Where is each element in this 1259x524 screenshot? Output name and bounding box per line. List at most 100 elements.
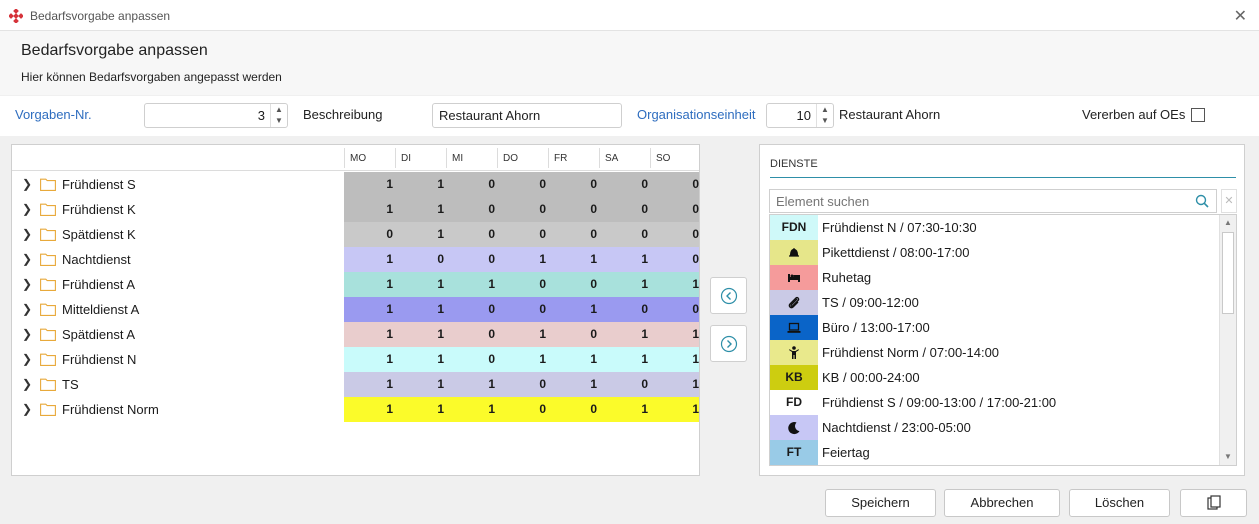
dienst-item[interactable]: TS / 09:00-12:00 — [770, 290, 1220, 315]
vorgaben-stepper-arrows[interactable]: ▲ ▼ — [270, 104, 287, 127]
day-value-mi[interactable]: 1 — [446, 277, 497, 291]
day-value-sa[interactable]: 1 — [599, 327, 650, 341]
day-value-so[interactable]: 1 — [650, 327, 701, 341]
dienste-search-input[interactable] — [769, 189, 1217, 213]
day-value-so[interactable]: 0 — [650, 202, 701, 216]
day-value-so[interactable]: 0 — [650, 227, 701, 241]
expand-chevron-icon[interactable]: ❯ — [22, 177, 32, 191]
oe-label[interactable]: Organisationseinheit — [637, 107, 756, 122]
day-value-di[interactable]: 1 — [395, 227, 446, 241]
move-right-button[interactable] — [710, 325, 747, 362]
day-value-mi[interactable]: 1 — [446, 377, 497, 391]
day-value-so[interactable]: 0 — [650, 302, 701, 316]
day-value-sa[interactable]: 1 — [599, 252, 650, 266]
day-value-di[interactable]: 1 — [395, 352, 446, 366]
day-value-di[interactable]: 1 — [395, 377, 446, 391]
dienst-item[interactable]: Nachtdienst / 23:00-05:00 — [770, 415, 1220, 440]
day-value-mi[interactable]: 0 — [446, 327, 497, 341]
day-value-mi[interactable]: 1 — [446, 402, 497, 416]
day-value-do[interactable]: 1 — [497, 327, 548, 341]
vorgaben-stepper[interactable]: 3 ▲ ▼ — [144, 103, 288, 128]
day-value-sa[interactable]: 0 — [599, 177, 650, 191]
stepper-down-icon[interactable]: ▼ — [271, 115, 287, 126]
day-value-mo[interactable]: 1 — [344, 402, 395, 416]
dienst-item[interactable]: FD Frühdienst S / 09:00-13:00 / 17:00-21:… — [770, 390, 1220, 415]
day-value-do[interactable]: 1 — [497, 352, 548, 366]
day-value-fr[interactable]: 0 — [548, 327, 599, 341]
day-value-fr[interactable]: 0 — [548, 202, 599, 216]
day-value-mi[interactable]: 0 — [446, 252, 497, 266]
day-value-di[interactable]: 1 — [395, 202, 446, 216]
day-value-fr[interactable]: 0 — [548, 402, 599, 416]
scroll-thumb[interactable] — [1222, 232, 1234, 314]
vorgaben-label[interactable]: Vorgaben-Nr. — [15, 107, 92, 122]
dienst-item[interactable]: FT Feiertag — [770, 440, 1220, 465]
beschreibung-input[interactable] — [432, 103, 622, 128]
grid-row[interactable]: ❯ TS 1 1 1 0 1 0 1 — [12, 372, 699, 397]
day-value-sa[interactable]: 0 — [599, 302, 650, 316]
dienst-item[interactable]: Pikettdienst / 08:00-17:00 — [770, 240, 1220, 265]
day-value-mo[interactable]: 1 — [344, 377, 395, 391]
day-value-so[interactable]: 1 — [650, 377, 701, 391]
scroll-up-icon[interactable]: ▲ — [1220, 215, 1236, 231]
day-value-mo[interactable]: 1 — [344, 177, 395, 191]
grid-row[interactable]: ❯ Mitteldienst A1100100 — [12, 297, 699, 322]
day-value-mi[interactable]: 0 — [446, 352, 497, 366]
day-value-di[interactable]: 1 — [395, 277, 446, 291]
day-value-mo[interactable]: 1 — [344, 252, 395, 266]
day-value-mo[interactable]: 0 — [344, 227, 395, 241]
move-left-button[interactable] — [710, 277, 747, 314]
day-value-do[interactable]: 0 — [497, 377, 548, 391]
day-value-fr[interactable]: 0 — [548, 177, 599, 191]
copy-button[interactable] — [1180, 489, 1247, 517]
cancel-button[interactable]: Abbrechen — [944, 489, 1060, 517]
grid-row[interactable]: ❯ Frühdienst A1110011 — [12, 272, 699, 297]
day-value-so[interactable]: 1 — [650, 352, 701, 366]
day-value-mo[interactable]: 1 — [344, 202, 395, 216]
oe-stepper[interactable]: 10 ▲ ▼ — [766, 103, 834, 128]
expand-chevron-icon[interactable]: ❯ — [22, 352, 32, 366]
grid-row[interactable]: ❯ Frühdienst S1100000 — [12, 172, 699, 197]
day-value-so[interactable]: 0 — [650, 252, 701, 266]
delete-button[interactable]: Löschen — [1069, 489, 1170, 517]
expand-chevron-icon[interactable]: ❯ — [22, 402, 32, 416]
day-value-mo[interactable]: 1 — [344, 302, 395, 316]
vererben-checkbox[interactable] — [1191, 108, 1205, 122]
grid-row[interactable]: ❯ Nachtdienst 1 0 0 1 1 1 0 — [12, 247, 699, 272]
grid-row[interactable]: ❯ Spätdienst K0100000 — [12, 222, 699, 247]
expand-chevron-icon[interactable]: ❯ — [22, 327, 32, 341]
day-value-mi[interactable]: 0 — [446, 202, 497, 216]
dienste-scrollbar[interactable]: ▲ ▼ — [1219, 215, 1236, 465]
grid-row[interactable]: ❯ Frühdienst N1101111 — [12, 347, 699, 372]
day-value-do[interactable]: 0 — [497, 177, 548, 191]
expand-chevron-icon[interactable]: ❯ — [22, 302, 32, 316]
day-value-fr[interactable]: 0 — [548, 227, 599, 241]
day-value-fr[interactable]: 1 — [548, 252, 599, 266]
day-value-di[interactable]: 1 — [395, 302, 446, 316]
day-value-fr[interactable]: 1 — [548, 377, 599, 391]
day-value-mo[interactable]: 1 — [344, 277, 395, 291]
day-value-so[interactable]: 1 — [650, 402, 701, 416]
expand-chevron-icon[interactable]: ❯ — [22, 202, 32, 216]
clear-search-button[interactable]: ✕ — [1221, 189, 1237, 213]
save-button[interactable]: Speichern — [825, 489, 936, 517]
dienst-item[interactable]: KB KB / 00:00-24:00 — [770, 365, 1220, 390]
day-value-mo[interactable]: 1 — [344, 352, 395, 366]
oe-stepper-arrows[interactable]: ▲ ▼ — [816, 104, 833, 127]
day-value-di[interactable]: 0 — [395, 252, 446, 266]
day-value-so[interactable]: 1 — [650, 277, 701, 291]
day-value-do[interactable]: 0 — [497, 202, 548, 216]
stepper-down-icon[interactable]: ▼ — [817, 115, 833, 126]
day-value-do[interactable]: 0 — [497, 402, 548, 416]
oe-value[interactable]: 10 — [797, 108, 811, 123]
day-value-sa[interactable]: 0 — [599, 227, 650, 241]
day-value-sa[interactable]: 1 — [599, 402, 650, 416]
day-value-do[interactable]: 0 — [497, 302, 548, 316]
vorgaben-value[interactable]: 3 — [258, 108, 265, 123]
day-value-fr[interactable]: 1 — [548, 302, 599, 316]
scroll-down-icon[interactable]: ▼ — [1220, 449, 1236, 465]
day-value-di[interactable]: 1 — [395, 402, 446, 416]
day-value-fr[interactable]: 1 — [548, 352, 599, 366]
day-value-do[interactable]: 0 — [497, 277, 548, 291]
day-value-sa[interactable]: 0 — [599, 377, 650, 391]
